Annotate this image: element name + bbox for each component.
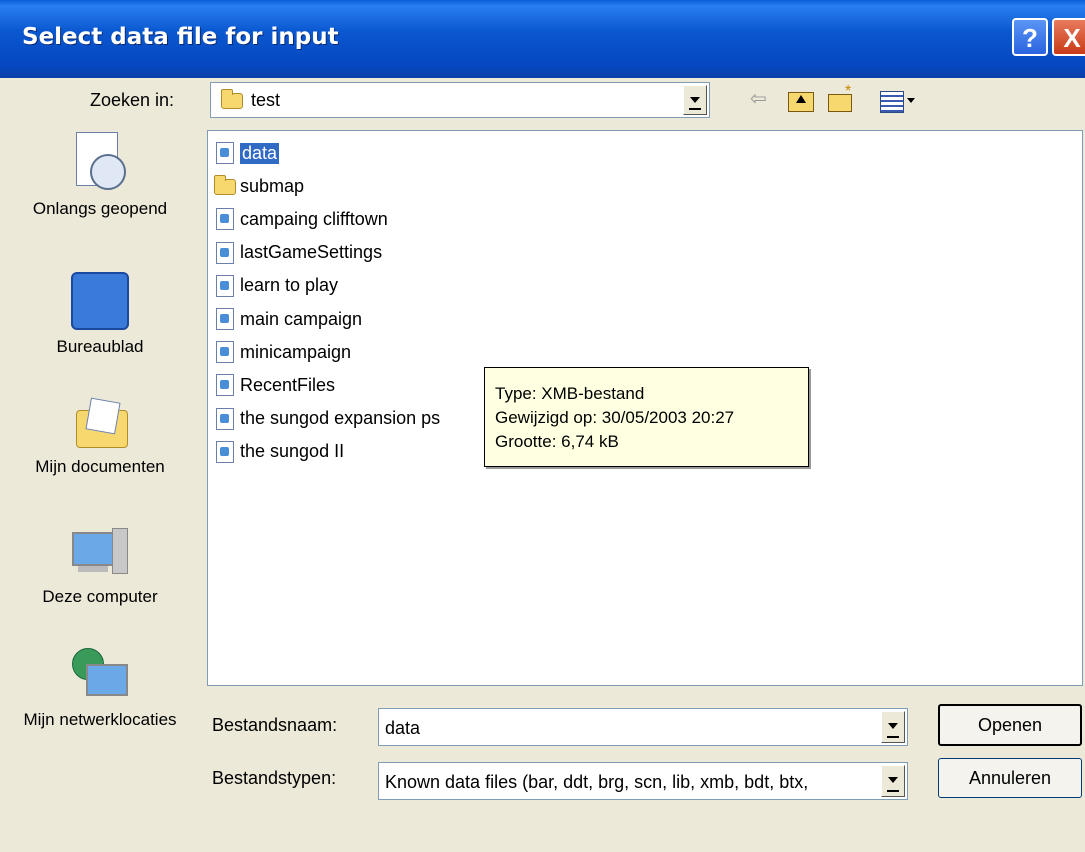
back-icon[interactable]: ⇦ (750, 86, 767, 111)
xmb-file-icon (214, 340, 236, 364)
file-name: learn to play (240, 275, 339, 296)
place-desktop[interactable]: Bureaublad (0, 272, 200, 358)
file-item[interactable]: minicampaign (214, 338, 351, 366)
filetype-combo[interactable]: Known data files (bar, ddt, brg, scn, li… (378, 762, 908, 800)
file-name: lastGameSettings (240, 242, 383, 263)
xmb-file-icon (214, 274, 236, 298)
folder-item[interactable]: submap (214, 172, 304, 200)
place-network[interactable]: Mijn netwerklocaties (0, 648, 200, 730)
filename-dropdown-button[interactable] (881, 711, 905, 743)
filetype-dropdown-button[interactable] (881, 765, 905, 797)
file-item[interactable]: learn to play (214, 272, 338, 300)
lookin-label: Zoeken in: (90, 90, 175, 110)
place-label: Mijn netwerklocaties (23, 710, 177, 729)
folder-icon (214, 174, 236, 198)
file-name: submap (240, 175, 305, 196)
tooltip-size: Grootte: 6,74 kB (495, 432, 619, 451)
folder-icon (221, 89, 243, 109)
place-documents[interactable]: Mijn documenten (0, 397, 200, 478)
window-title: Select data file for input (22, 24, 339, 50)
file-item[interactable]: lastGameSettings (214, 239, 382, 267)
xmb-file-icon (214, 407, 236, 431)
file-name: minicampaign (240, 341, 352, 362)
xmb-file-icon (214, 141, 236, 165)
place-label: Deze computer (42, 587, 158, 606)
place-label: Bureaublad (56, 337, 144, 356)
file-tooltip: Type: XMB-bestand Gewijzigd op: 30/05/20… (484, 367, 809, 467)
file-name: the sungod II (240, 441, 345, 462)
filename-label: Bestandsnaam: (212, 715, 338, 735)
file-name: campaing clifftown (240, 208, 388, 229)
place-label: Onlangs geopend (32, 199, 168, 218)
network-icon (72, 648, 128, 704)
xmb-file-icon (214, 373, 236, 397)
help-button[interactable]: ? (1012, 18, 1048, 56)
view-menu-icon[interactable] (880, 91, 915, 113)
title-bar: Select data file for input ? X (0, 0, 1085, 78)
xmb-file-icon (214, 440, 236, 464)
file-name: data (240, 142, 280, 164)
my-computer-icon (72, 528, 128, 580)
file-item[interactable]: the sungod expansion ps (214, 405, 440, 433)
filetype-value: Known data files (bar, ddt, brg, scn, li… (385, 772, 809, 792)
lookin-dropdown-button[interactable] (683, 85, 707, 115)
file-name: main campaign (240, 308, 363, 329)
lookin-value: test (251, 90, 281, 110)
file-name: RecentFiles (240, 374, 336, 395)
close-button[interactable]: X (1052, 18, 1085, 56)
file-item[interactable]: main campaign (214, 305, 362, 333)
place-label: Mijn documenten (35, 457, 165, 476)
tooltip-modified: Gewijzigd op: 30/05/2003 20:27 (495, 408, 735, 427)
my-documents-icon (72, 397, 128, 450)
up-folder-icon[interactable] (788, 92, 814, 112)
xmb-file-icon (214, 307, 236, 331)
file-item[interactable]: campaing clifftown (214, 205, 388, 233)
recent-icon (72, 132, 128, 192)
desktop-icon (71, 272, 129, 330)
file-item[interactable]: data (214, 139, 280, 167)
filetype-label: Bestandstypen: (212, 768, 337, 788)
filename-input[interactable]: data (385, 718, 420, 739)
new-folder-icon[interactable]: * (828, 83, 852, 112)
place-computer[interactable]: Deze computer (0, 528, 200, 608)
xmb-file-icon (214, 241, 236, 265)
xmb-file-icon (214, 207, 236, 231)
file-item[interactable]: RecentFiles (214, 371, 335, 399)
place-recent[interactable]: Onlangs geopend (0, 132, 200, 220)
open-button[interactable]: Openen (938, 704, 1082, 746)
file-name: the sungod expansion ps (240, 408, 441, 429)
cancel-button[interactable]: Annuleren (938, 758, 1082, 798)
file-item[interactable]: the sungod II (214, 438, 344, 466)
filename-combo[interactable]: data (378, 708, 908, 746)
lookin-combo[interactable]: test (210, 82, 710, 118)
tooltip-type: Type: XMB-bestand (495, 384, 645, 403)
